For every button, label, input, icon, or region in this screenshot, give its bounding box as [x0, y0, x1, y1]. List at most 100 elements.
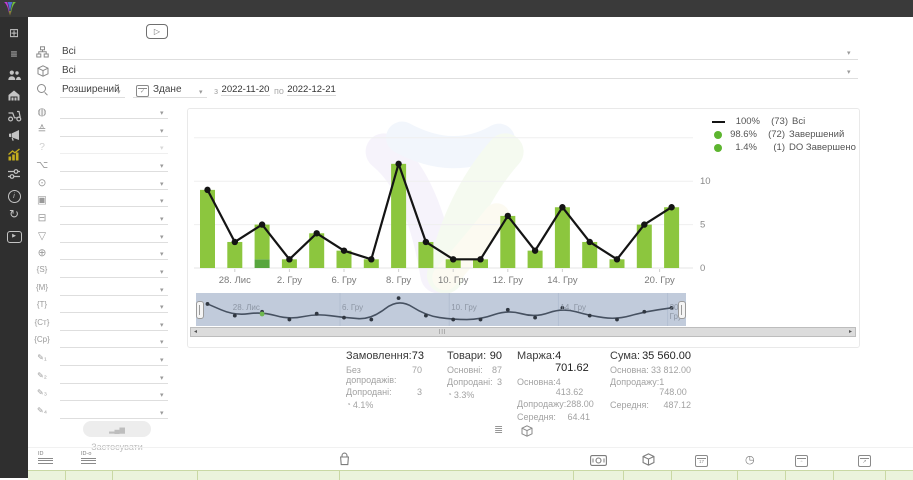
order-id-column-icon[interactable]: ID [38, 452, 53, 464]
chevron-down-icon[interactable]: ▾ [160, 127, 164, 135]
chevron-down-icon[interactable]: ▾ [160, 162, 164, 170]
scroll-grip[interactable]: ||| [439, 328, 446, 336]
mini-chart-icon: ▂▄▆ [109, 427, 125, 434]
chart-scrollbar[interactable]: ◂ ||| ▸ [190, 327, 856, 337]
sidebar-item-info[interactable]: i [0, 187, 28, 203]
sidebar-item-dashboard[interactable]: ⊞ [0, 26, 28, 42]
navigator-right-handle[interactable] [678, 301, 686, 319]
external-id-column-icon[interactable]: ID-o [81, 452, 96, 464]
sidebar-item-delivery[interactable] [0, 108, 28, 124]
chevron-down-icon[interactable]: ▾ [160, 303, 164, 311]
funnel-filter-underline[interactable] [60, 228, 168, 243]
question-filter-underline[interactable] [60, 139, 168, 154]
chevron-down-icon[interactable]: ▾ [847, 49, 851, 57]
column-separator [785, 471, 786, 480]
column-separator [197, 471, 198, 480]
column-separator [737, 471, 738, 480]
chevron-down-icon[interactable]: ▾ [160, 286, 164, 294]
delivery-scooter-icon [7, 108, 22, 122]
search-icon[interactable] [37, 84, 46, 93]
legend-item[interactable]: 100%(73)Всі [712, 115, 856, 128]
site-filter-underline[interactable] [60, 245, 168, 260]
chevron-down-icon[interactable]: ▾ [160, 109, 164, 117]
stat-sub-label: Допродані: [346, 387, 392, 397]
list-view-toggle[interactable]: ≣ [494, 423, 503, 436]
cube-view-toggle[interactable] [521, 425, 533, 437]
product-filter-underline[interactable] [60, 192, 168, 207]
bottom-separator [28, 447, 913, 448]
chevron-down-icon[interactable]: ▾ [160, 180, 164, 188]
stat-block-margin: Маржа:4 701.62Основна:4 413.62Допродажу:… [517, 350, 590, 422]
stat-sub-value: 64.41 [567, 412, 590, 422]
stat-value: 4 701.62 [555, 350, 590, 374]
sidebar-item-promotion[interactable] [0, 128, 28, 144]
custom-field-3-filter-underline[interactable] [60, 386, 168, 401]
scroll-left-arrow[interactable]: ◂ [194, 328, 197, 336]
custom-field-2-filter-underline[interactable] [60, 369, 168, 384]
legend-item[interactable]: 98.6%(72)Завершений [712, 128, 856, 141]
legend-label: Завершений [789, 129, 844, 140]
chevron-down-icon[interactable]: ▾ [160, 268, 164, 276]
chevron-down-icon[interactable]: ▾ [160, 250, 164, 258]
sidebar-item-customers[interactable] [0, 68, 28, 84]
sidebar-item-videos[interactable]: ▶ [0, 226, 28, 242]
custom-field-4-filter-underline[interactable] [60, 404, 168, 419]
svg-text:5: 5 [700, 220, 705, 231]
category-tree-icon [36, 46, 49, 58]
date-from-input[interactable]: 2022-11-20 [221, 84, 270, 96]
chevron-down-icon[interactable]: ▾ [160, 391, 164, 399]
chevron-down-icon[interactable]: ▾ [160, 374, 164, 382]
chevron-down-icon[interactable]: ▾ [160, 338, 164, 346]
date-to-input[interactable]: 2022-12-21 [287, 84, 336, 96]
chevron-down-icon[interactable]: ▾ [160, 321, 164, 329]
stat-sub-value: 4 413.62 [556, 377, 590, 397]
calendar-in-icon[interactable]: ▫ [795, 455, 808, 467]
sidebar-item-analytics[interactable] [0, 148, 28, 164]
sidebar-item-orders[interactable]: ≡ [0, 47, 28, 63]
sidebar-item-warehouse[interactable] [0, 88, 28, 104]
bag-icon[interactable] [338, 452, 351, 466]
navigator-left-handle[interactable] [196, 301, 204, 319]
manager-filter-underline[interactable] [60, 175, 168, 190]
payment-filter-underline[interactable] [60, 210, 168, 225]
sidebar-item-settings[interactable] [0, 167, 28, 183]
date-type-underline [133, 83, 207, 98]
money-icon[interactable] [590, 455, 607, 466]
utm-source-filter-underline[interactable] [60, 263, 168, 278]
legend-item[interactable]: 1.4%(1)DO Завершено [712, 141, 856, 154]
svg-text:10. Гру: 10. Гру [438, 275, 469, 286]
sidebar-item-sync[interactable]: ↻ [0, 207, 28, 223]
utm-medium-filter-underline[interactable] [60, 281, 168, 296]
board-view-icon[interactable]: ▷ [146, 24, 168, 39]
stat-sub-label: Основна: [610, 365, 649, 375]
calendar-date-icon[interactable]: 17 [695, 455, 708, 467]
globe-icon: ◍ [32, 106, 52, 118]
custom-field-1-filter-underline[interactable] [60, 351, 168, 366]
calendar-out-icon[interactable]: ↗ [858, 455, 871, 467]
chart-navigator[interactable]: 28. Лис6. Гру10. Гру14. Гру20. Гру [196, 293, 686, 326]
chevron-down-icon[interactable]: ▾ [160, 197, 164, 205]
orders-list-icon: ≡ [10, 47, 17, 61]
utm-campaign-filter-underline[interactable] [60, 333, 168, 348]
apply-button[interactable]: ▂▄▆ Застосувати [83, 421, 151, 437]
svg-text:0: 0 [700, 263, 705, 274]
navigator-selection[interactable] [196, 293, 686, 326]
cube-icon[interactable] [642, 453, 655, 466]
status-filter-underline[interactable] [60, 122, 168, 137]
source-filter-underline[interactable] [60, 157, 168, 172]
scroll-right-arrow[interactable]: ▸ [849, 328, 852, 336]
app-logo[interactable] [3, 1, 17, 16]
utm-content-filter-underline[interactable] [60, 316, 168, 331]
chevron-down-icon[interactable]: ▾ [160, 409, 164, 417]
chevron-down-icon[interactable]: ▾ [160, 356, 164, 364]
timer-icon[interactable]: ◷ [745, 453, 755, 466]
stat-sub-value: 288.00 [566, 399, 594, 409]
legend-swatch-line [712, 121, 725, 123]
utm-term-filter-underline[interactable] [60, 298, 168, 313]
chevron-down-icon[interactable]: ▾ [160, 144, 164, 152]
chevron-down-icon[interactable]: ▾ [847, 68, 851, 76]
chevron-down-icon[interactable]: ▾ [160, 233, 164, 241]
region-filter-underline[interactable] [60, 104, 168, 119]
chevron-down-icon[interactable]: ▾ [160, 215, 164, 223]
column-separator [885, 471, 886, 480]
